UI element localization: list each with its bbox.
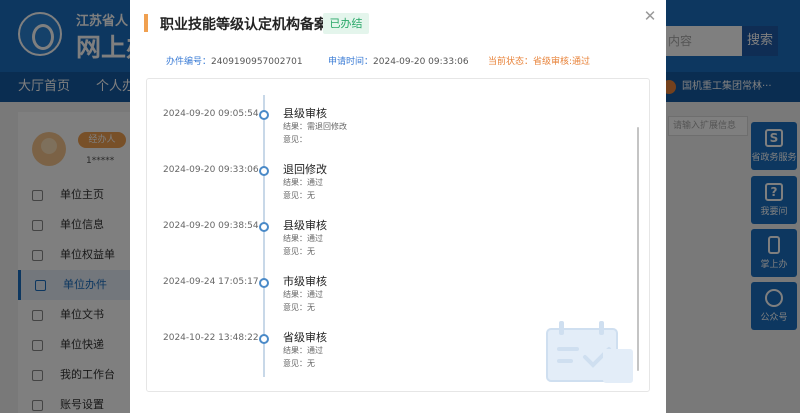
title-accent-bar xyxy=(144,14,148,32)
timeline-panel[interactable]: 2024-09-20 09:05:54 县级审核 结果：需退回修改 意见： 20… xyxy=(146,78,650,392)
calendar-check-icon xyxy=(546,321,633,383)
timeline-item: 2024-09-20 09:05:54 县级审核 结果：需退回修改 意见： xyxy=(163,107,347,144)
current-status: 当前状态：省级审核:通过 xyxy=(488,57,591,67)
timeline-dot-icon xyxy=(259,110,269,120)
apply-time: 申请时间：2024-09-20 09:33:06 xyxy=(328,57,469,67)
timeline-dot-icon xyxy=(259,278,269,288)
timeline-dot-icon xyxy=(259,334,269,344)
timeline-item: 2024-09-20 09:33:06 退回修改 结果：通过 意见：无 xyxy=(163,163,327,200)
timeline-scrollbar[interactable] xyxy=(637,127,639,371)
close-icon[interactable]: ✕ xyxy=(642,8,658,24)
timeline-dot-icon xyxy=(259,166,269,176)
timeline-dot-icon xyxy=(259,222,269,232)
modal-title: 职业技能等级认定机构备案 xyxy=(160,17,328,33)
case-detail-modal: 职业技能等级认定机构备案 已办结 ✕ 办件编号：2409190957002701… xyxy=(130,0,666,413)
timeline-item: 2024-09-20 09:38:54 县级审核 结果：通过 意见：无 xyxy=(163,219,327,256)
status-badge: 已办结 xyxy=(323,13,369,34)
case-number: 办件编号：2409190957002701 xyxy=(166,57,303,67)
